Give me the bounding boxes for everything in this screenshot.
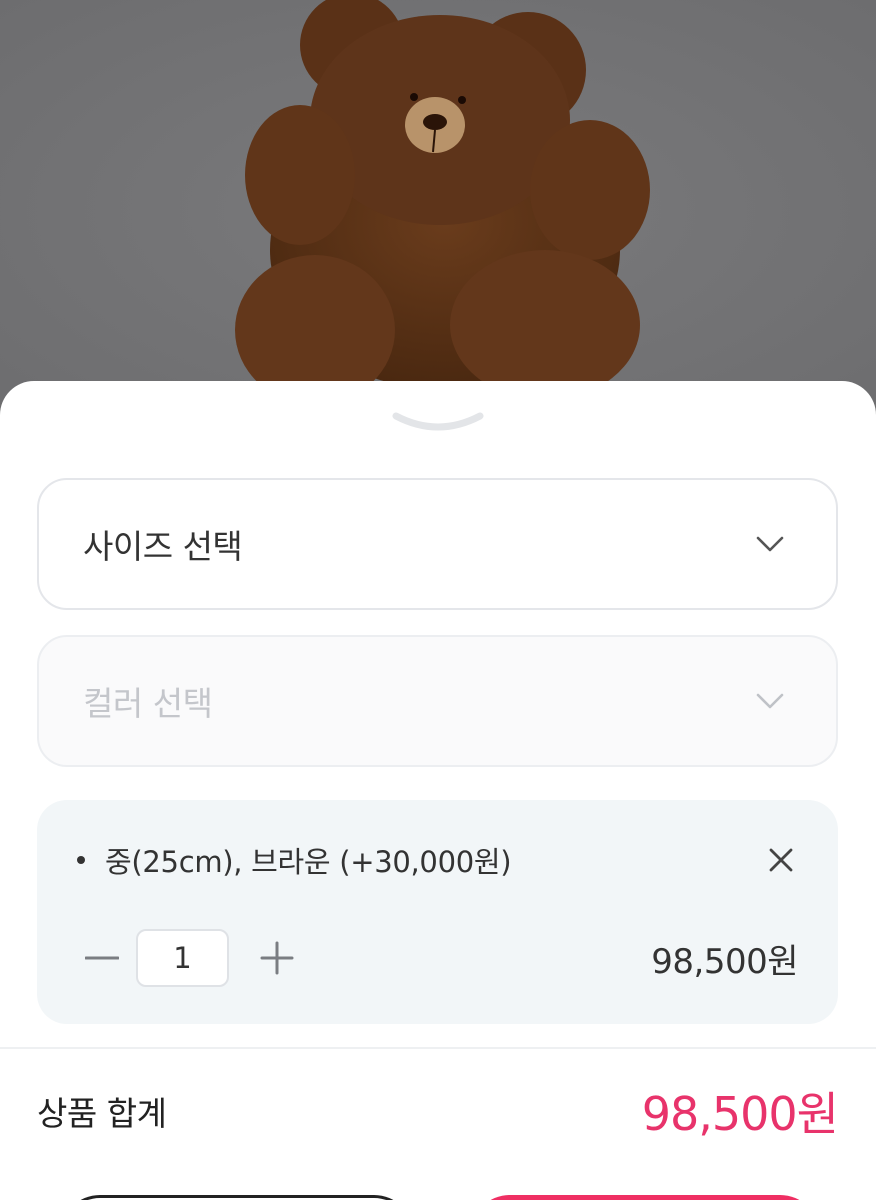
- increase-quantity-button[interactable]: [257, 938, 297, 978]
- chevron-down-icon: [392, 412, 484, 431]
- total-price: 98,500원: [641, 1087, 839, 1141]
- secondary-action-button[interactable]: [60, 1195, 414, 1200]
- chevron-down-icon: [756, 536, 784, 552]
- primary-action-button[interactable]: [470, 1195, 820, 1200]
- divider: [0, 1047, 876, 1049]
- color-select[interactable]: 컬러 선택: [37, 635, 838, 767]
- selected-option-card: 중(25cm), 브라운 (+30,000원) 1 98,500원: [37, 800, 838, 1024]
- teddy-bear-image: [0, 0, 876, 420]
- quantity-stepper: [82, 929, 297, 987]
- collapse-sheet-button[interactable]: [388, 403, 488, 443]
- total-row: 상품 합계 98,500원: [37, 1081, 839, 1141]
- remove-option-button[interactable]: [764, 843, 798, 877]
- bullet-icon: [77, 856, 85, 864]
- size-select[interactable]: 사이즈 선택: [37, 478, 838, 610]
- plus-icon: [260, 941, 294, 975]
- selected-option-label: 중(25cm), 브라운 (+30,000원): [105, 845, 512, 879]
- option-bottom-sheet: 사이즈 선택 컬러 선택 중(25cm), 브라운 (+30,000원) 1 9…: [0, 381, 876, 1200]
- quantity-input[interactable]: [136, 929, 229, 987]
- chevron-down-icon: [756, 693, 784, 709]
- option-price: 98,500원: [651, 941, 798, 982]
- decrease-quantity-button[interactable]: [82, 938, 122, 978]
- minus-icon: [85, 956, 119, 960]
- total-label: 상품 합계: [37, 1094, 167, 1133]
- selected-option-name: 중(25cm), 브라운 (+30,000원): [77, 839, 512, 881]
- product-image: [0, 0, 876, 420]
- size-select-label: 사이즈 선택: [83, 527, 243, 566]
- close-icon: [769, 848, 793, 872]
- color-select-label: 컬러 선택: [83, 684, 213, 723]
